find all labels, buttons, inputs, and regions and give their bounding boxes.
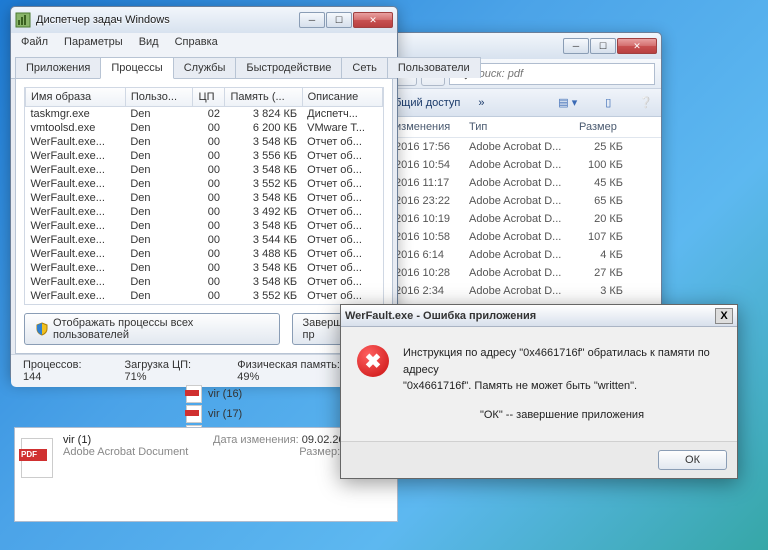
list-item[interactable]: vir (17) (186, 404, 242, 424)
pdf-icon (186, 385, 202, 403)
view-icon[interactable]: ▤ ▾ (558, 96, 577, 109)
taskmgr-menubar: ФайлПараметрыВидСправка (11, 33, 397, 53)
dialog-close-icon[interactable]: X (715, 308, 733, 324)
dialog-titlebar[interactable]: WerFault.exe - Ошибка приложения X (341, 305, 737, 327)
error-icon: ✖ (357, 345, 389, 377)
minimize-button[interactable]: ─ (299, 12, 325, 28)
menu-item[interactable]: Параметры (56, 33, 131, 53)
table-row[interactable]: WerFault.exe...Den003 492 КБОтчет об... (26, 205, 383, 219)
column-header[interactable]: Память (... (225, 88, 302, 107)
explorer-columns: изменения Тип Размер (387, 117, 661, 138)
pdf-icon (21, 438, 53, 478)
list-item[interactable]: 2016 23:22Adobe Acrobat D...65 КБ (387, 192, 661, 210)
taskmgr-title: Диспетчер задач Windows (36, 14, 299, 26)
list-item[interactable]: 2016 10:58Adobe Acrobat D...107 КБ (387, 228, 661, 246)
table-row[interactable]: WerFault.exe...Den003 548 КБОтчет об... (26, 261, 383, 275)
process-table: Имя образаПользо...ЦППамять (...Описание… (25, 88, 383, 303)
overflow-chevron-icon[interactable]: » (478, 97, 484, 109)
pdf-icon (186, 405, 202, 423)
table-row[interactable]: WerFault.exe...Den003 552 КБОтчет об... (26, 177, 383, 191)
taskmgr-tabs: ПриложенияПроцессыСлужбыБыстродействиеСе… (11, 53, 397, 79)
table-row[interactable]: vmtoolsd.exeDen006 200 КБVMware T... (26, 121, 383, 135)
dialog-message: Инструкция по адресу "0x4661716f" обрати… (403, 345, 721, 423)
list-item[interactable]: 2016 2:34Adobe Acrobat D...3 КБ (387, 282, 661, 300)
close-button[interactable]: ✕ (617, 38, 657, 54)
help-icon[interactable]: ❔ (639, 96, 653, 109)
status-cpu: Загрузка ЦП: 71% (124, 359, 213, 383)
menu-item[interactable]: Вид (131, 33, 167, 53)
column-header[interactable]: Описание (302, 88, 382, 107)
col-size[interactable]: Размер (571, 117, 641, 137)
table-row[interactable]: taskmgr.exeDen023 824 КБДиспетч... (26, 107, 383, 122)
explorer-commandbar: бщий доступ » ▤ ▾ ▯ ❔ (387, 89, 661, 117)
column-header[interactable]: Имя образа (26, 88, 126, 107)
tab[interactable]: Приложения (15, 57, 101, 78)
table-row[interactable]: WerFault.exe...Den003 548 КБОтчет об... (26, 135, 383, 149)
maximize-button[interactable]: ☐ (326, 12, 352, 28)
tab[interactable]: Службы (173, 57, 237, 78)
list-item[interactable]: 2016 11:17Adobe Acrobat D...45 КБ (387, 174, 661, 192)
show-all-users-button[interactable]: Отображать процессы всех пользователей (24, 313, 280, 345)
table-row[interactable]: WerFault.exe...Den003 544 КБОтчет об... (26, 233, 383, 247)
ok-button[interactable]: ОК (658, 450, 727, 470)
close-button[interactable]: ✕ (353, 12, 393, 28)
preview-pane-icon[interactable]: ▯ (605, 96, 611, 109)
shield-icon (35, 322, 49, 336)
tab[interactable]: Быстродействие (235, 57, 342, 78)
taskmgr-titlebar[interactable]: Диспетчер задач Windows ─ ☐ ✕ (11, 7, 397, 33)
preview-filetype: Adobe Acrobat Document (63, 446, 213, 458)
col-modified[interactable]: изменения (387, 117, 461, 137)
table-row[interactable]: WerFault.exe...Den003 548 КБОтчет об... (26, 191, 383, 205)
table-row[interactable]: WerFault.exe...Den003 548 КБОтчет об... (26, 275, 383, 289)
table-row[interactable]: WerFault.exe...Den003 556 КБОтчет об... (26, 149, 383, 163)
explorer-titlebar[interactable]: ─ ☐ ✕ (387, 33, 661, 59)
error-dialog: WerFault.exe - Ошибка приложения X ✖ Инс… (340, 304, 738, 479)
table-row[interactable]: WerFault.exe...Den003 488 КБОтчет об... (26, 247, 383, 261)
minimize-button[interactable]: ─ (563, 38, 589, 54)
maximize-button[interactable]: ☐ (590, 38, 616, 54)
list-item[interactable]: 2016 6:14Adobe Acrobat D...4 КБ (387, 246, 661, 264)
tab[interactable]: Процессы (100, 57, 173, 79)
tab[interactable]: Сеть (341, 57, 387, 78)
list-item[interactable]: 2016 10:28Adobe Acrobat D...27 КБ (387, 264, 661, 282)
menu-item[interactable]: Справка (167, 33, 226, 53)
list-item[interactable]: vir (16) (186, 384, 242, 404)
list-item[interactable]: 2016 17:56Adobe Acrobat D...25 КБ (387, 138, 661, 156)
status-processes: Процессов: 144 (23, 359, 100, 383)
col-type[interactable]: Тип (461, 117, 571, 137)
column-header[interactable]: ЦП (193, 88, 225, 107)
share-menu[interactable]: бщий доступ (395, 97, 460, 109)
table-row[interactable]: WerFault.exe...Den003 548 КБОтчет об... (26, 163, 383, 177)
table-row[interactable]: WerFault.exe...Den003 548 КБОтчет об... (26, 219, 383, 233)
tab[interactable]: Пользователи (387, 57, 481, 78)
table-row[interactable]: WerFault.exe...Den003 552 КБОтчет об... (26, 289, 383, 303)
column-header[interactable]: Пользо... (125, 88, 193, 107)
taskmgr-icon (15, 12, 31, 28)
list-item[interactable]: 2016 10:54Adobe Acrobat D...100 КБ (387, 156, 661, 174)
list-item[interactable]: 2016 10:19Adobe Acrobat D...20 КБ (387, 210, 661, 228)
menu-item[interactable]: Файл (13, 33, 56, 53)
preview-filename: vir (1) (63, 434, 213, 446)
dialog-title: WerFault.exe - Ошибка приложения (345, 310, 715, 322)
